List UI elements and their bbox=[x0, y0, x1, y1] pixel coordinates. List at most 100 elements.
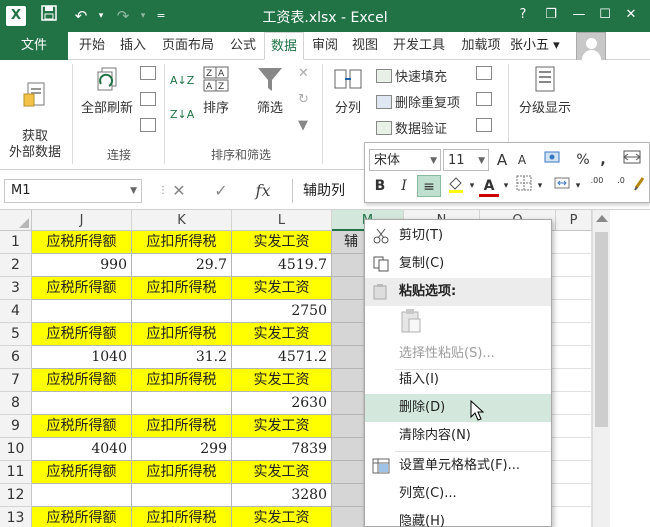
menu-item-cut[interactable]: 剪切(T) bbox=[365, 222, 551, 250]
italic-button[interactable]: I bbox=[393, 175, 415, 197]
accounting-format-icon[interactable] bbox=[537, 149, 571, 171]
increase-font-button[interactable]: A bbox=[493, 149, 511, 171]
menu-item-clear-contents[interactable]: 清除内容(N) bbox=[365, 422, 551, 450]
select-all-corner[interactable] bbox=[0, 210, 32, 231]
cell[interactable]: 应扣所得税 bbox=[132, 323, 232, 346]
empty-cell[interactable] bbox=[552, 231, 592, 254]
fill-color-icon[interactable] bbox=[445, 175, 467, 197]
borders-dropdown-icon[interactable]: ▾ bbox=[535, 175, 545, 197]
cell-column-m[interactable] bbox=[332, 507, 364, 527]
empty-cell[interactable] bbox=[552, 323, 592, 346]
cell[interactable]: 应扣所得税 bbox=[132, 369, 232, 392]
remove-duplicates-button[interactable]: 删除重复项 bbox=[376, 92, 460, 111]
row-header[interactable]: 6 bbox=[0, 346, 32, 369]
cell[interactable]: 实发工资 bbox=[232, 369, 332, 392]
cell[interactable]: 应税所得额 bbox=[32, 369, 132, 392]
what-if-analysis-icon[interactable] bbox=[476, 92, 495, 108]
sort-descending-icon[interactable]: Z↓A bbox=[170, 108, 194, 121]
empty-cell[interactable] bbox=[552, 369, 592, 392]
cell[interactable]: 应税所得额 bbox=[32, 507, 132, 527]
column-header-l[interactable]: L bbox=[232, 210, 332, 231]
cell[interactable]: 应税所得额 bbox=[32, 461, 132, 484]
row-header[interactable]: 13 bbox=[0, 507, 32, 527]
cell[interactable] bbox=[132, 392, 232, 415]
cell[interactable]: 299 bbox=[132, 438, 232, 461]
row-header[interactable]: 12 bbox=[0, 484, 32, 507]
menu-item-delete[interactable]: 删除(D) bbox=[365, 394, 551, 422]
cell[interactable]: 应税所得额 bbox=[32, 231, 132, 254]
chevron-down-icon[interactable]: ▼ bbox=[430, 150, 437, 172]
font-name-box[interactable]: 宋体 ▼ bbox=[369, 149, 441, 171]
get-external-data-button[interactable]: 获取 外部数据 bbox=[2, 64, 68, 161]
percent-style-button[interactable]: % bbox=[573, 149, 593, 171]
format-painter-icon[interactable] bbox=[619, 149, 645, 171]
formula-input[interactable]: 辅助列 bbox=[292, 179, 372, 203]
cell-column-m[interactable]: 辅 bbox=[332, 231, 364, 254]
empty-cell[interactable] bbox=[552, 507, 592, 527]
cell-column-m[interactable] bbox=[332, 438, 364, 461]
borders-icon[interactable] bbox=[513, 175, 535, 197]
tab-insert[interactable]: 插入 bbox=[114, 32, 152, 60]
advanced-filter-icon[interactable]: ▼ bbox=[298, 118, 308, 133]
cell[interactable]: 2750 bbox=[232, 300, 332, 323]
column-header-k[interactable]: K bbox=[132, 210, 232, 231]
cell[interactable]: 应税所得额 bbox=[32, 277, 132, 300]
flash-fill-button[interactable]: 快速填充 bbox=[376, 66, 447, 85]
row-header[interactable]: 1 bbox=[0, 231, 32, 254]
cell-column-m[interactable] bbox=[332, 369, 364, 392]
cell-column-m[interactable] bbox=[332, 415, 364, 438]
empty-cell[interactable] bbox=[552, 346, 592, 369]
vertical-scrollbar[interactable] bbox=[592, 210, 610, 527]
empty-cell[interactable] bbox=[552, 254, 592, 277]
tab-file[interactable]: 文件 bbox=[0, 32, 68, 60]
cell[interactable]: 3280 bbox=[232, 484, 332, 507]
menu-item-format-cells[interactable]: 设置单元格格式(F)... bbox=[365, 452, 551, 480]
empty-cell[interactable] bbox=[552, 438, 592, 461]
insert-function-icon[interactable]: fx bbox=[250, 179, 276, 203]
tab-home[interactable]: 开始 bbox=[72, 32, 112, 60]
ribbon-display-button[interactable]: ❐ bbox=[540, 5, 562, 25]
cell[interactable]: 实发工资 bbox=[232, 277, 332, 300]
cell[interactable]: 2630 bbox=[232, 392, 332, 415]
properties-icon[interactable] bbox=[140, 92, 159, 108]
chevron-down-icon[interactable]: ▼ bbox=[130, 180, 137, 202]
empty-cell[interactable] bbox=[552, 277, 592, 300]
cell-column-m[interactable] bbox=[332, 392, 364, 415]
center-align-icon[interactable]: ≡ bbox=[417, 175, 441, 197]
cell-column-m[interactable] bbox=[332, 277, 364, 300]
cell[interactable]: 31.2 bbox=[132, 346, 232, 369]
cell[interactable]: 实发工资 bbox=[232, 507, 332, 527]
cell-column-m[interactable] bbox=[332, 300, 364, 323]
menu-item-copy[interactable]: 复制(C) bbox=[365, 250, 551, 278]
increase-decimal-button[interactable]: .00 bbox=[585, 175, 609, 197]
tab-developer[interactable]: 开发工具 bbox=[386, 32, 452, 60]
edit-links-icon[interactable] bbox=[140, 118, 159, 134]
cell[interactable] bbox=[132, 300, 232, 323]
column-header-p[interactable]: P bbox=[556, 210, 592, 231]
row-header[interactable]: 10 bbox=[0, 438, 32, 461]
scroll-thumb[interactable] bbox=[595, 232, 608, 427]
cell-column-m[interactable] bbox=[332, 254, 364, 277]
sort-ascending-icon[interactable]: A↓Z bbox=[170, 74, 194, 87]
menu-item-hide[interactable]: 隐藏(H) bbox=[365, 508, 551, 527]
tab-formulas[interactable]: 公式 bbox=[224, 32, 262, 60]
close-button[interactable]: ✕ bbox=[620, 5, 642, 25]
comma-style-button[interactable]: , bbox=[595, 149, 611, 171]
decrease-decimal-button[interactable]: .0 bbox=[609, 175, 633, 197]
cell-column-m[interactable] bbox=[332, 461, 364, 484]
fill-color-dropdown-icon[interactable]: ▾ bbox=[467, 175, 477, 197]
merge-dropdown-icon[interactable]: ▾ bbox=[573, 175, 583, 197]
row-header[interactable]: 3 bbox=[0, 277, 32, 300]
cell[interactable] bbox=[32, 484, 132, 507]
bold-button[interactable]: B bbox=[369, 175, 391, 197]
cell[interactable]: 应税所得额 bbox=[32, 323, 132, 346]
data-validation-button[interactable]: 数据验证 bbox=[376, 118, 447, 137]
row-header[interactable]: 11 bbox=[0, 461, 32, 484]
cell[interactable] bbox=[32, 300, 132, 323]
text-to-columns-button[interactable]: 分列 bbox=[326, 64, 370, 116]
empty-cell[interactable] bbox=[552, 300, 592, 323]
scroll-up-icon[interactable] bbox=[596, 215, 608, 222]
tab-data[interactable]: 数据 bbox=[264, 32, 304, 60]
empty-cell[interactable] bbox=[552, 392, 592, 415]
cell[interactable]: 4040 bbox=[32, 438, 132, 461]
